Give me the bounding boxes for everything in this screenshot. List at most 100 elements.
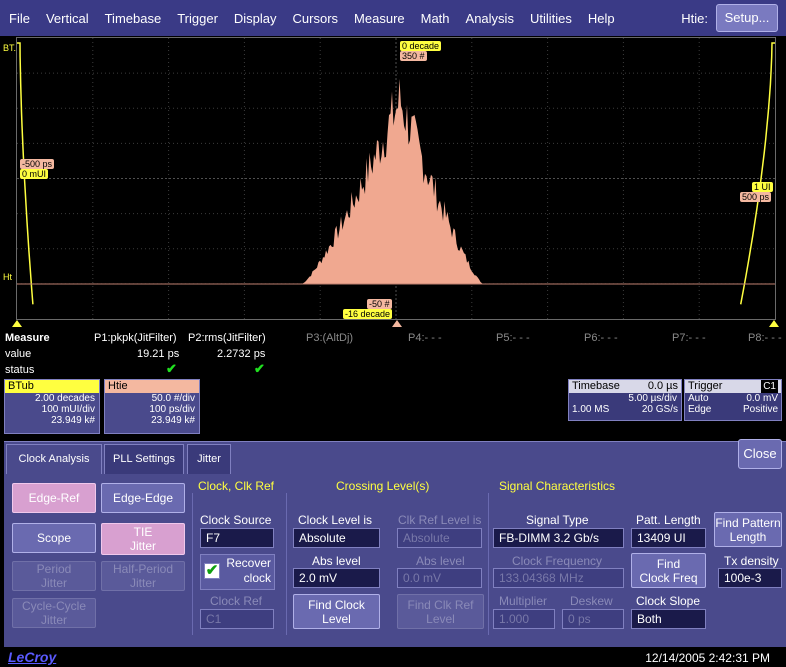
recover-clock-checkbox-icon[interactable]: ✔ xyxy=(204,563,220,579)
param-p7-name[interactable]: P7:- - - xyxy=(672,332,706,344)
clock-level-field[interactable]: Absolute xyxy=(293,528,380,548)
trigger-descriptor[interactable]: Trigger C1 Auto 0.0 mV Edge Positive xyxy=(684,379,782,421)
tie-histogram xyxy=(302,78,483,285)
status-datetime: 12/14/2005 2:42:31 PM xyxy=(645,651,770,665)
timebase-label: Timebase xyxy=(572,380,620,392)
menu-timebase[interactable]: Timebase xyxy=(97,11,170,26)
clock-level-label: Clock Level is xyxy=(298,513,373,527)
menu-math[interactable]: Math xyxy=(413,11,458,26)
clock-source-label: Clock Source xyxy=(200,513,272,527)
bottom-count-tag: -50 # xyxy=(367,299,392,309)
measure-row-value-label: value xyxy=(5,348,32,360)
param-p2-name[interactable]: P2:rms(JitFilter) xyxy=(188,332,266,344)
clock-slope-label: Clock Slope xyxy=(636,594,701,608)
timebase-time-per-div: 5.00 µs/div xyxy=(628,393,677,404)
period-jitter-button[interactable]: Period Jitter xyxy=(12,561,96,591)
edge-ref-button[interactable]: Edge-Ref xyxy=(12,483,96,513)
clock-source-field[interactable]: F7 xyxy=(200,528,274,548)
multiplier-label: Multiplier xyxy=(499,594,548,608)
tab-jitter[interactable]: Jitter xyxy=(187,444,231,474)
tab-pll-settings[interactable]: PLL Settings xyxy=(104,444,184,474)
menu-utilities[interactable]: Utilities xyxy=(522,11,580,26)
param-p6-name[interactable]: P6:- - - xyxy=(584,332,618,344)
find-clk-ref-level-button[interactable]: Find Clk Ref Level xyxy=(397,594,484,629)
right-time-tag: 500 ps xyxy=(740,192,772,202)
recover-clock-group[interactable]: ✔ Recover clock xyxy=(200,554,275,590)
clk-ref-level-field[interactable]: Absolute xyxy=(397,528,482,548)
top-decade-tag: 0 decade xyxy=(400,41,442,51)
histogram-baseline-label: Ht xyxy=(3,272,12,282)
cycle-cycle-jitter-button[interactable]: Cycle-Cycle Jitter xyxy=(12,598,96,628)
deskew-field[interactable]: 0 ps xyxy=(562,609,624,629)
btub-vertical-scale: 2.00 decades xyxy=(34,393,95,404)
abs-level-field[interactable]: 2.0 mV xyxy=(293,568,380,588)
menu-analysis[interactable]: Analysis xyxy=(458,11,522,26)
htie-trace-descriptor[interactable]: Htie 50.0 #/div 100 ps/div 23.949 k# xyxy=(104,379,200,434)
menu-display[interactable]: Display xyxy=(226,11,285,26)
section-divider-3 xyxy=(488,493,489,635)
active-trace-label: Htie: xyxy=(681,10,708,26)
scope-button[interactable]: Scope xyxy=(12,523,96,553)
param-p8-name[interactable]: P8:- - - xyxy=(748,332,782,344)
param-p1-name[interactable]: P1:pkpk(JitFilter) xyxy=(94,332,177,344)
bathtub-right-curve xyxy=(739,42,775,305)
center-marker-arrow-icon[interactable] xyxy=(392,320,402,327)
lecroy-logo[interactable]: LeCroy xyxy=(8,649,56,665)
menu-file[interactable]: File xyxy=(0,11,38,26)
bathtub-top-label: BT. xyxy=(3,43,17,53)
clock-ref-field[interactable]: C1 xyxy=(200,609,274,629)
right-marker-arrow-icon[interactable] xyxy=(769,320,779,327)
left-marker-arrow-icon[interactable] xyxy=(12,320,22,327)
param-p1-value: 19.21 ps xyxy=(137,348,180,360)
trigger-mode: Auto xyxy=(688,393,709,404)
trigger-row3: Edge Positive xyxy=(685,404,781,415)
btub-horizontal-scale: 100 mUI/div xyxy=(41,404,95,415)
menu-bar: File Vertical Timebase Trigger Display C… xyxy=(0,0,786,36)
clock-ref-label: Clock Ref xyxy=(210,594,263,608)
section-divider-2 xyxy=(286,493,287,635)
patt-length-field[interactable]: 13409 UI xyxy=(631,528,706,548)
abs-level-2-field[interactable]: 0.0 mV xyxy=(397,568,482,588)
abs-level-label: Abs level xyxy=(312,554,361,568)
signal-type-field[interactable]: FB-DIMM 3.2 Gb/s xyxy=(493,528,624,548)
trigger-source-badge: C1 xyxy=(761,380,778,393)
param-p4-name[interactable]: P4:- - - xyxy=(408,332,442,344)
edge-edge-button[interactable]: Edge-Edge xyxy=(101,483,185,513)
menu-vertical[interactable]: Vertical xyxy=(38,11,97,26)
find-clock-level-button[interactable]: Find Clock Level xyxy=(293,594,380,629)
btub-trace-descriptor[interactable]: BTub 2.00 decades 100 mUI/div 23.949 k# xyxy=(4,379,100,434)
timebase-row3: 1.00 MS 20 GS/s xyxy=(569,404,681,415)
measure-row-status-label: status xyxy=(5,364,35,376)
trigger-row2: Auto 0.0 mV xyxy=(685,393,781,404)
waveform-grid[interactable]: 0 decade 350 # -500 ps 0 mUI 1 UI 500 ps… xyxy=(16,37,776,320)
patt-length-label: Patt. Length xyxy=(636,513,701,527)
grid-canvas xyxy=(17,38,775,319)
menu-help[interactable]: Help xyxy=(580,11,623,26)
left-ui-tag: 0 mUI xyxy=(20,169,49,179)
signal-section-title: Signal Characteristics xyxy=(499,479,616,493)
clock-section-title: Clock, Clk Ref xyxy=(198,479,275,493)
tie-jitter-button[interactable]: TIE Jitter xyxy=(101,523,185,555)
signal-type-label: Signal Type xyxy=(526,513,589,527)
multiplier-field[interactable]: 1.000 xyxy=(493,609,555,629)
half-period-jitter-button[interactable]: Half-Period Jitter xyxy=(101,561,185,591)
clock-slope-field[interactable]: Both xyxy=(631,609,706,629)
param-p2-status-check-icon: ✔ xyxy=(254,361,265,376)
menu-cursors[interactable]: Cursors xyxy=(285,11,347,26)
status-bar: LeCroy 12/14/2005 2:42:31 PM xyxy=(0,648,786,667)
setup-button[interactable]: Setup... xyxy=(716,4,778,32)
trigger-header: Trigger C1 xyxy=(685,380,781,393)
timebase-descriptor[interactable]: Timebase 0.0 µs 5.00 µs/div 1.00 MS 20 G… xyxy=(568,379,682,421)
right-ui-tag: 1 UI xyxy=(752,182,773,192)
section-divider-1 xyxy=(192,493,193,635)
tab-clock-analysis[interactable]: Clock Analysis xyxy=(6,444,102,475)
clock-frequency-field[interactable]: 133.04368 MHz xyxy=(493,568,624,588)
find-clock-freq-button[interactable]: Find Clock Freq xyxy=(631,553,706,588)
close-button[interactable]: Close xyxy=(738,439,782,469)
menu-trigger[interactable]: Trigger xyxy=(169,11,226,26)
param-p5-name[interactable]: P5:- - - xyxy=(496,332,530,344)
tx-density-field[interactable]: 100e-3 xyxy=(718,568,782,588)
param-p3-name[interactable]: P3:(AltDj) xyxy=(306,332,353,344)
menu-measure[interactable]: Measure xyxy=(346,11,413,26)
find-pattern-length-button[interactable]: Find Pattern Length xyxy=(714,512,782,547)
